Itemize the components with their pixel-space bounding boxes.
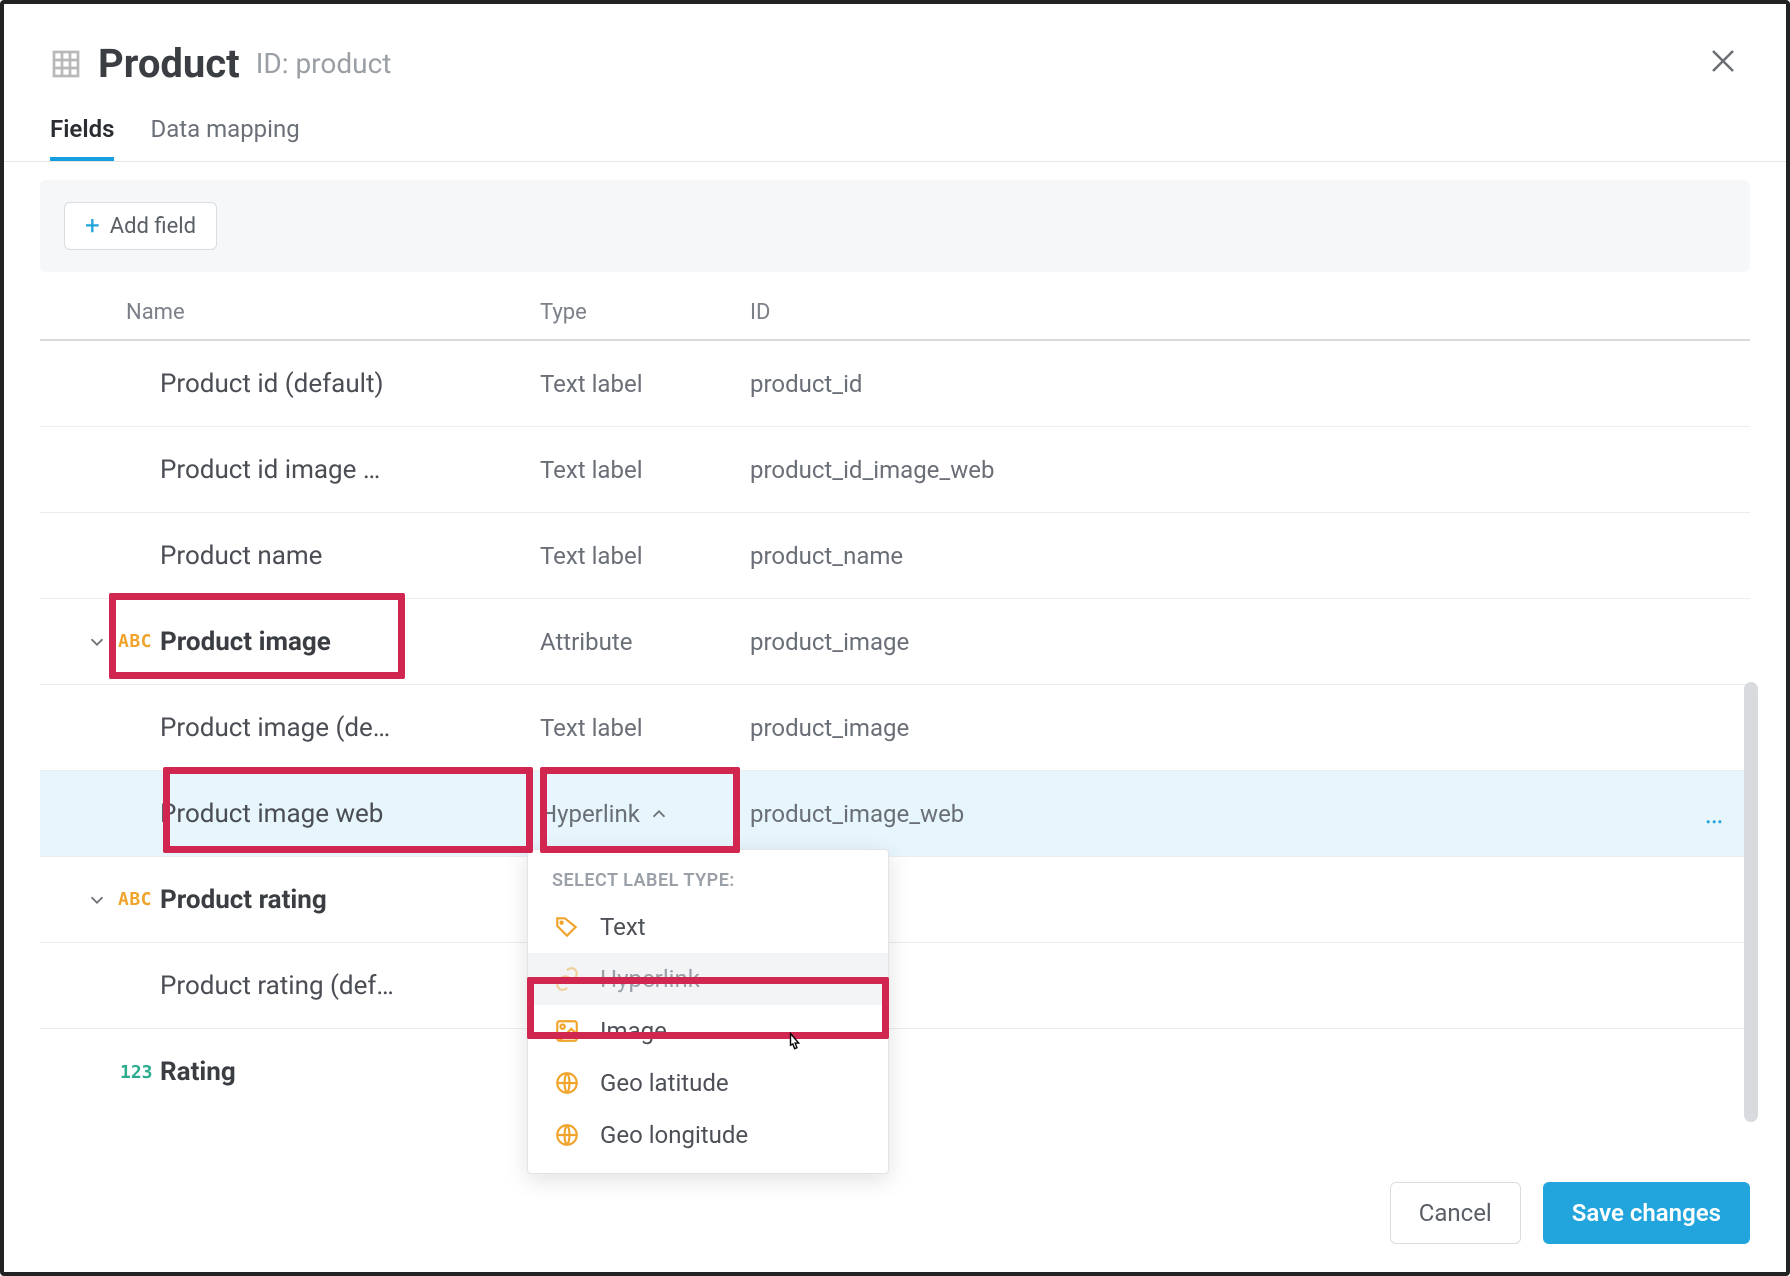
scrollbar-thumb[interactable] <box>1744 682 1758 1122</box>
group-row-rating[interactable]: 123 Rating <box>40 1029 1750 1115</box>
dialog-product-fields: Product ID: product Fields Data mapping … <box>0 0 1790 1276</box>
abc-icon: ABC <box>118 889 152 910</box>
entity-id: ID: product <box>256 47 392 80</box>
tabs: Fields Data mapping <box>4 105 1786 162</box>
group-row-product-image[interactable]: ABC Product image Attribute product_imag… <box>40 599 1750 685</box>
fields-table: Name Type ID Product id (default) Text l… <box>40 290 1750 1115</box>
dropdown-item-image[interactable]: Image <box>528 1005 888 1057</box>
dropdown-item-geo-lon[interactable]: Geo longitude <box>528 1109 888 1161</box>
chevron-down-icon[interactable] <box>86 889 108 911</box>
table-row[interactable]: Product id (default) Text label product_… <box>40 341 1750 427</box>
table-row-selected[interactable]: Product image web Hyperlink product_imag… <box>40 771 1750 857</box>
add-field-label: Add field <box>110 214 196 239</box>
table-icon <box>50 48 82 80</box>
type-dropdown: SELECT LABEL TYPE: Text Hyperlink Image … <box>527 849 889 1174</box>
plus-icon: + <box>85 213 100 239</box>
table-row[interactable]: Product name Text label product_name <box>40 513 1750 599</box>
row-actions-button[interactable]: … <box>1680 797 1750 830</box>
close-icon[interactable] <box>1708 46 1738 76</box>
tab-data-mapping[interactable]: Data mapping <box>150 115 299 161</box>
save-button[interactable]: Save changes <box>1543 1182 1750 1244</box>
table-row[interactable]: Product id image … Text label product_id… <box>40 427 1750 513</box>
abc-icon: ABC <box>118 631 152 652</box>
dropdown-item-text[interactable]: Text <box>528 901 888 953</box>
toolbar: + Add field <box>40 180 1750 272</box>
table-header: Name Type ID <box>40 290 1750 341</box>
col-name: Name <box>40 300 540 325</box>
dropdown-item-geo-lat[interactable]: Geo latitude <box>528 1057 888 1109</box>
cancel-button[interactable]: Cancel <box>1390 1182 1521 1244</box>
tab-fields[interactable]: Fields <box>50 115 114 161</box>
tag-icon <box>554 914 580 940</box>
chevron-down-icon[interactable] <box>86 631 108 653</box>
add-field-button[interactable]: + Add field <box>64 202 217 250</box>
dialog-title: Product <box>98 40 240 87</box>
image-icon <box>554 1018 580 1044</box>
col-type: Type <box>540 300 750 325</box>
globe-icon <box>554 1070 580 1096</box>
table-row[interactable]: Product image (de… Text label product_im… <box>40 685 1750 771</box>
link-icon <box>554 966 580 992</box>
table-row[interactable]: Product rating (def… ng <box>40 943 1750 1029</box>
dialog-footer: Cancel Save changes <box>1390 1182 1750 1244</box>
number-icon: 123 <box>120 1062 153 1083</box>
col-id: ID <box>750 300 1680 325</box>
dropdown-header: SELECT LABEL TYPE: <box>528 850 888 901</box>
chevron-up-icon <box>648 803 670 825</box>
dialog-header: Product ID: product <box>4 4 1786 105</box>
group-row-product-rating[interactable]: ABC Product rating ng <box>40 857 1750 943</box>
globe-icon <box>554 1122 580 1148</box>
type-selector[interactable]: Hyperlink <box>540 800 750 828</box>
dropdown-item-hyperlink[interactable]: Hyperlink <box>528 953 888 1005</box>
